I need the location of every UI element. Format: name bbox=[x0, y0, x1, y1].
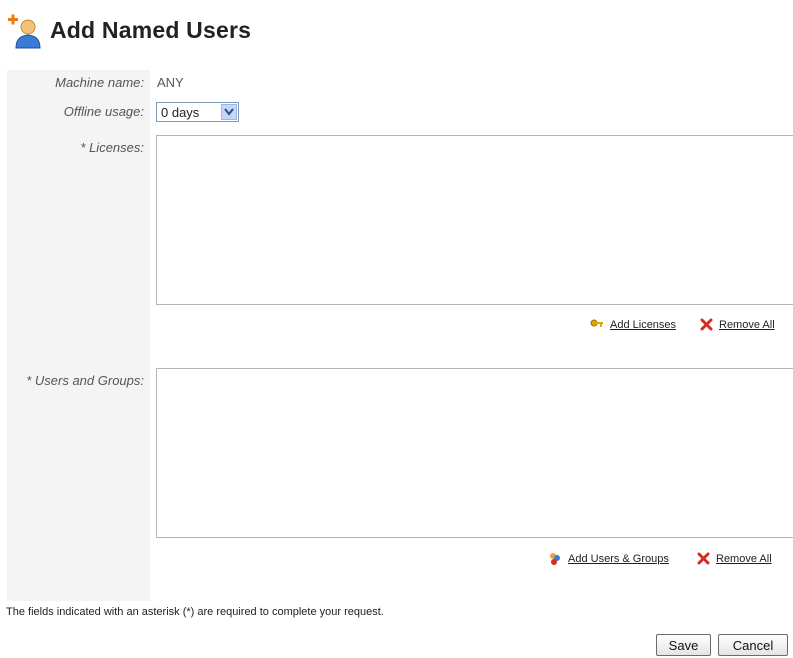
remove-all-licenses-label[interactable]: Remove All bbox=[719, 319, 775, 331]
offline-usage-select[interactable]: 0 days bbox=[156, 102, 239, 122]
required-fields-note: The fields indicated with an asterisk (*… bbox=[6, 606, 384, 618]
machine-name-value: ANY bbox=[157, 75, 184, 90]
users-groups-list[interactable] bbox=[156, 368, 793, 538]
licenses-label: * Licenses: bbox=[80, 140, 144, 155]
add-user-icon bbox=[6, 10, 46, 50]
page-header: Add Named Users bbox=[6, 10, 251, 50]
save-button[interactable]: Save bbox=[656, 634, 711, 656]
remove-icon bbox=[700, 318, 713, 331]
licenses-list[interactable] bbox=[156, 135, 793, 305]
chevron-down-icon[interactable] bbox=[221, 104, 237, 120]
remove-all-licenses-link[interactable]: Remove All bbox=[700, 318, 775, 331]
remove-all-users-label[interactable]: Remove All bbox=[716, 553, 772, 565]
add-licenses-label[interactable]: Add Licenses bbox=[610, 319, 676, 331]
remove-icon bbox=[697, 552, 710, 565]
cancel-button[interactable]: Cancel bbox=[718, 634, 788, 656]
machine-name-label: Machine name: bbox=[55, 75, 144, 90]
page-title: Add Named Users bbox=[50, 16, 252, 43]
remove-all-users-link[interactable]: Remove All bbox=[697, 552, 772, 565]
key-icon bbox=[590, 318, 604, 332]
add-users-groups-link[interactable]: Add Users & Groups bbox=[548, 552, 669, 566]
add-licenses-link[interactable]: Add Licenses bbox=[590, 318, 676, 332]
users-groups-label: * Users and Groups: bbox=[26, 373, 144, 388]
users-groups-icon bbox=[548, 552, 562, 566]
add-users-groups-label[interactable]: Add Users & Groups bbox=[568, 553, 669, 565]
offline-usage-value: 0 days bbox=[161, 105, 200, 120]
offline-usage-label: Offline usage: bbox=[63, 104, 144, 119]
